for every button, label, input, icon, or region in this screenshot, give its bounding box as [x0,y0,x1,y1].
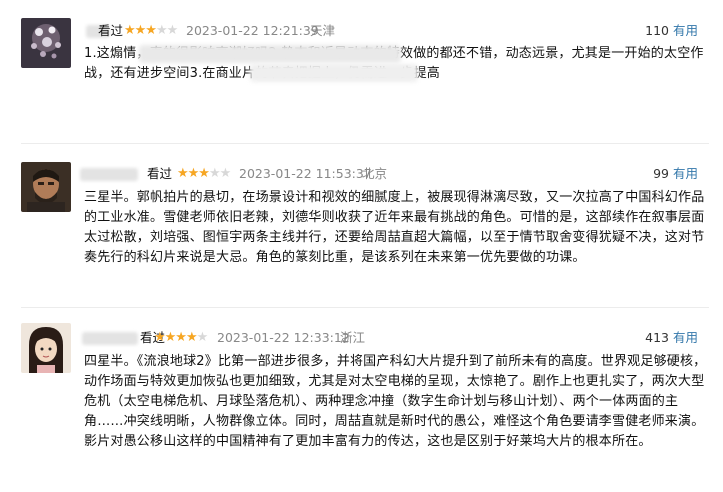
watched-label: 看过 [98,23,124,38]
review-text: 四星半。《流浪地球2》比第一部进步很多，并将国产科幻大片提升到了前所未有的高度。… [84,354,707,449]
useful-button[interactable]: 有用 [673,166,698,181]
divider [21,307,709,308]
review-header: 看过 ★★★★★ 2023-01-22 12:33:12 浙江 413 有用 [82,328,723,348]
review-location: 天津 [310,23,336,38]
avatar[interactable] [21,18,71,68]
divider [21,143,709,144]
username[interactable] [80,168,138,181]
blurred-text [250,64,418,82]
rating-stars: ★★★★★ [154,330,208,345]
review-header: 看过 ★★★★★ 2023-01-22 12:21:39 天津 110 有用 [84,21,723,41]
username[interactable] [82,332,138,345]
review-time: 2023-01-22 11:53:37 [239,166,372,181]
vote-count: 110 有用 [645,21,698,41]
review-location: 浙江 [340,330,366,345]
blurred-text [139,45,401,63]
vote-number: 99 [653,166,669,181]
useful-button[interactable]: 有用 [673,330,698,345]
vote-count: 413 有用 [645,328,698,348]
useful-button[interactable]: 有用 [673,23,698,38]
review-text: 三星半。郭帆拍片的悬切，在场景设计和视效的细腻度上，被展现得淋漓尽致，又一次拉高… [84,190,705,265]
review-header: 看过 ★★★★★ 2023-01-22 11:53:37 北京 99 有用 [80,164,723,184]
watched-label: 看过 [147,166,173,181]
review-time: 2023-01-22 12:21:39 [186,23,319,38]
vote-number: 110 [645,23,669,38]
review-item: 看过 ★★★★★ 2023-01-22 12:21:39 天津 110有用 1.… [0,0,723,150]
review-item: 看过 ★★★★★ 2023-01-22 11:53:37 北京 99 有用 三星半… [0,150,723,320]
review-time: 2023-01-22 12:33:12 [217,330,350,345]
vote-number: 413 [645,330,669,345]
rating-stars: ★★★★★ [124,23,178,38]
vote-count: 99 有用 [653,164,698,184]
review-location: 北京 [362,166,388,181]
rating-stars: ★★★★★ [177,166,231,181]
review-item: 看过 ★★★★★ 2023-01-22 12:33:12 浙江 413 有用 四星… [0,314,723,492]
avatar[interactable] [21,162,71,212]
avatar[interactable] [21,323,71,373]
